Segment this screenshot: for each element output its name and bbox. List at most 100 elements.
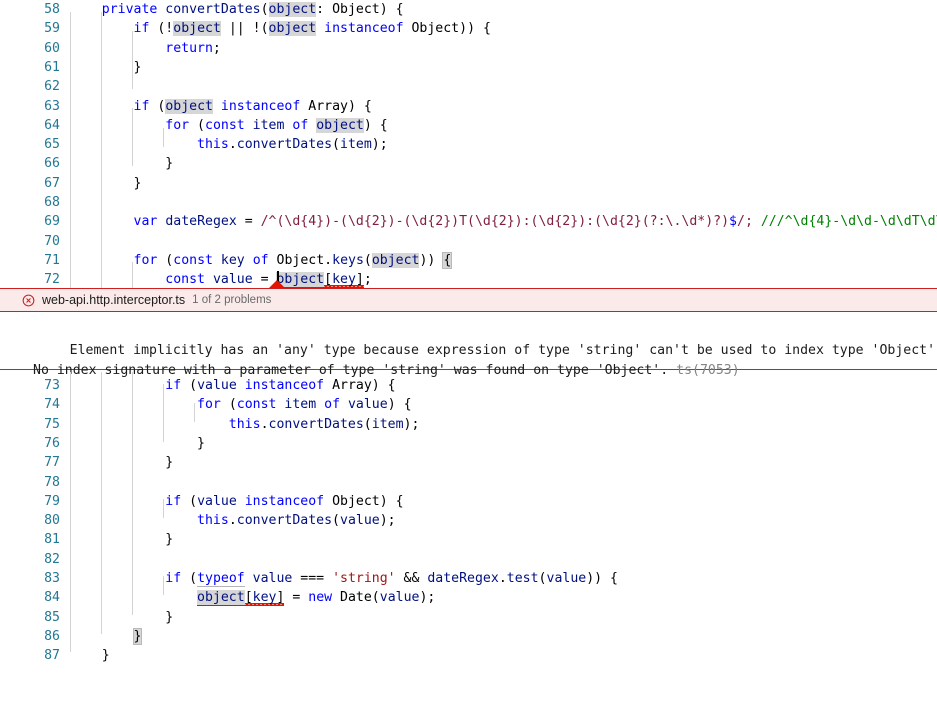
- code-line[interactable]: 69 var dateRegex = /^(\d{4})-(\d{2})-(\d…: [0, 212, 937, 231]
- code-line[interactable]: 85 }: [0, 608, 937, 627]
- code-pane-bottom[interactable]: 73 if (value instanceof Array) { 74 for …: [0, 372, 937, 663]
- line-number: 81: [44, 532, 60, 548]
- code-editor[interactable]: 58 private convertDates(object: Object) …: [0, 0, 937, 663]
- code-line[interactable]: 82: [0, 550, 937, 569]
- line-number: 63: [44, 98, 60, 114]
- code-line[interactable]: 76 }: [0, 434, 937, 453]
- token-comment: ///^\d{4}-\d\d-\d\dT\d\d:\: [760, 214, 937, 230]
- token-identifier: value: [340, 513, 380, 529]
- line-content[interactable]: if (typeof value === 'string' && dateReg…: [70, 569, 618, 588]
- code-line[interactable]: 58 private convertDates(object: Object) …: [0, 0, 937, 19]
- line-content[interactable]: if (value instanceof Array) {: [70, 376, 395, 395]
- token-string: 'string': [332, 571, 396, 586]
- token-identifier: dateRegex: [165, 214, 237, 230]
- token-keyword: of: [252, 252, 269, 268]
- line-content[interactable]: }: [70, 434, 205, 453]
- token-keyword: of: [292, 117, 309, 133]
- code-line[interactable]: 74 for (const item of value) {: [0, 395, 937, 414]
- line-number: 68: [44, 195, 60, 210]
- line-content[interactable]: private convertDates(object: Object) {: [70, 0, 404, 19]
- line-content[interactable]: var dateRegex = /^(\d{4})-(\d{2})-(\d{2}…: [70, 212, 937, 231]
- code-line[interactable]: 75 this.convertDates(item);: [0, 415, 937, 434]
- problem-message-body: Element implicitly has an 'any' type bec…: [0, 312, 937, 378]
- line-content[interactable]: this.convertDates(value);: [70, 511, 396, 530]
- token-identifier: object: [165, 98, 213, 114]
- token-type: Object: [332, 493, 380, 509]
- line-number: 73: [44, 378, 60, 393]
- code-line[interactable]: 79 if (value instanceof Object) {: [0, 492, 937, 511]
- error-token[interactable]: object[key]: [197, 590, 285, 606]
- token-identifier: item: [252, 117, 285, 133]
- code-line[interactable]: 77 }: [0, 453, 937, 472]
- code-pane-top[interactable]: 58 private convertDates(object: Object) …: [0, 0, 937, 289]
- code-line[interactable]: 65 this.convertDates(item);: [0, 135, 937, 154]
- code-line[interactable]: 68: [0, 193, 937, 212]
- line-number: 70: [44, 233, 60, 249]
- line-content[interactable]: if (object instanceof Array) {: [70, 97, 372, 116]
- code-line[interactable]: 80 this.convertDates(value);: [0, 511, 937, 530]
- line-content[interactable]: this.convertDates(item);: [70, 415, 420, 434]
- token-keyword: const: [205, 117, 245, 133]
- line-number: 66: [44, 156, 60, 172]
- line-content[interactable]: }: [70, 58, 142, 77]
- token-keyword: instanceof: [244, 493, 325, 509]
- code-line[interactable]: 66 }: [0, 154, 937, 173]
- code-line[interactable]: 67 }: [0, 174, 937, 193]
- line-content[interactable]: }: [70, 627, 143, 646]
- line-content[interactable]: }: [70, 174, 142, 193]
- code-line[interactable]: 63 if (object instanceof Array) {: [0, 97, 937, 116]
- line-content[interactable]: if (!object || !(object instanceof Objec…: [70, 19, 491, 38]
- line-content[interactable]: for (const item of object) {: [70, 116, 388, 135]
- token-identifier: item: [371, 416, 404, 432]
- problem-filename[interactable]: web-api.http.interceptor.ts: [42, 293, 185, 307]
- token-type: Date: [340, 590, 372, 606]
- code-line[interactable]: 73 if (value instanceof Array) {: [0, 376, 937, 395]
- token-identifier: item: [284, 397, 317, 413]
- code-line[interactable]: 72 const value = object[key];: [0, 270, 937, 289]
- code-line[interactable]: 59 if (!object || !(object instanceof Ob…: [0, 19, 937, 38]
- code-line[interactable]: 83 if (typeof value === 'string' && date…: [0, 569, 937, 588]
- line-content[interactable]: this.convertDates(item);: [70, 135, 388, 154]
- inline-problem-panel[interactable]: web-api.http.interceptor.ts 1 of 2 probl…: [0, 280, 937, 378]
- token-method: convertDates: [268, 416, 364, 432]
- token-keyword: of: [324, 397, 341, 413]
- code-line[interactable]: 78: [0, 473, 937, 492]
- code-line[interactable]: 86 }: [0, 627, 937, 646]
- token-keyword: const: [236, 397, 277, 413]
- code-line[interactable]: 81 }: [0, 530, 937, 549]
- token-identifier: object: [371, 252, 420, 268]
- token-keyword: private: [101, 2, 158, 17]
- line-content[interactable]: return;: [70, 39, 221, 58]
- problem-panel-header[interactable]: web-api.http.interceptor.ts 1 of 2 probl…: [0, 288, 937, 312]
- line-content[interactable]: for (const item of value) {: [70, 395, 411, 414]
- token-regex-anchor: $: [729, 214, 737, 230]
- code-line[interactable]: 62: [0, 77, 937, 96]
- line-content[interactable]: }: [70, 453, 173, 472]
- line-content[interactable]: for (const key of Object.keys(object)) {: [70, 251, 453, 270]
- code-line[interactable]: 70: [0, 232, 937, 251]
- line-number: 74: [44, 397, 60, 413]
- token-regex-tail: /;: [737, 214, 753, 230]
- line-number: 62: [44, 79, 60, 95]
- line-content[interactable]: object[key] = new Date(value);: [70, 588, 435, 607]
- line-content[interactable]: }: [70, 608, 173, 627]
- token-keyword: var: [133, 214, 158, 230]
- token-keyword: this: [197, 513, 229, 529]
- code-line[interactable]: 60 return;: [0, 39, 937, 58]
- code-line[interactable]: 71 for (const key of Object.keys(object)…: [0, 251, 937, 270]
- line-number: 85: [44, 609, 60, 625]
- token-keyword: if: [133, 21, 150, 37]
- error-token[interactable]: object[key]: [276, 272, 364, 288]
- code-line[interactable]: 84 object[key] = new Date(value);: [0, 588, 937, 607]
- line-content[interactable]: }: [70, 154, 173, 173]
- line-content[interactable]: if (value instanceof Object) {: [70, 492, 403, 511]
- token-keyword: if: [165, 493, 182, 509]
- line-content[interactable]: }: [70, 530, 173, 549]
- line-content[interactable]: const value = object[key];: [70, 270, 372, 289]
- code-line[interactable]: 64 for (const item of object) {: [0, 116, 937, 135]
- token-type: Object: [332, 2, 380, 17]
- line-number: 82: [44, 551, 60, 567]
- token-keyword: typeof: [197, 571, 245, 587]
- token-method: convertDates: [236, 137, 333, 153]
- code-line[interactable]: 61 }: [0, 58, 937, 77]
